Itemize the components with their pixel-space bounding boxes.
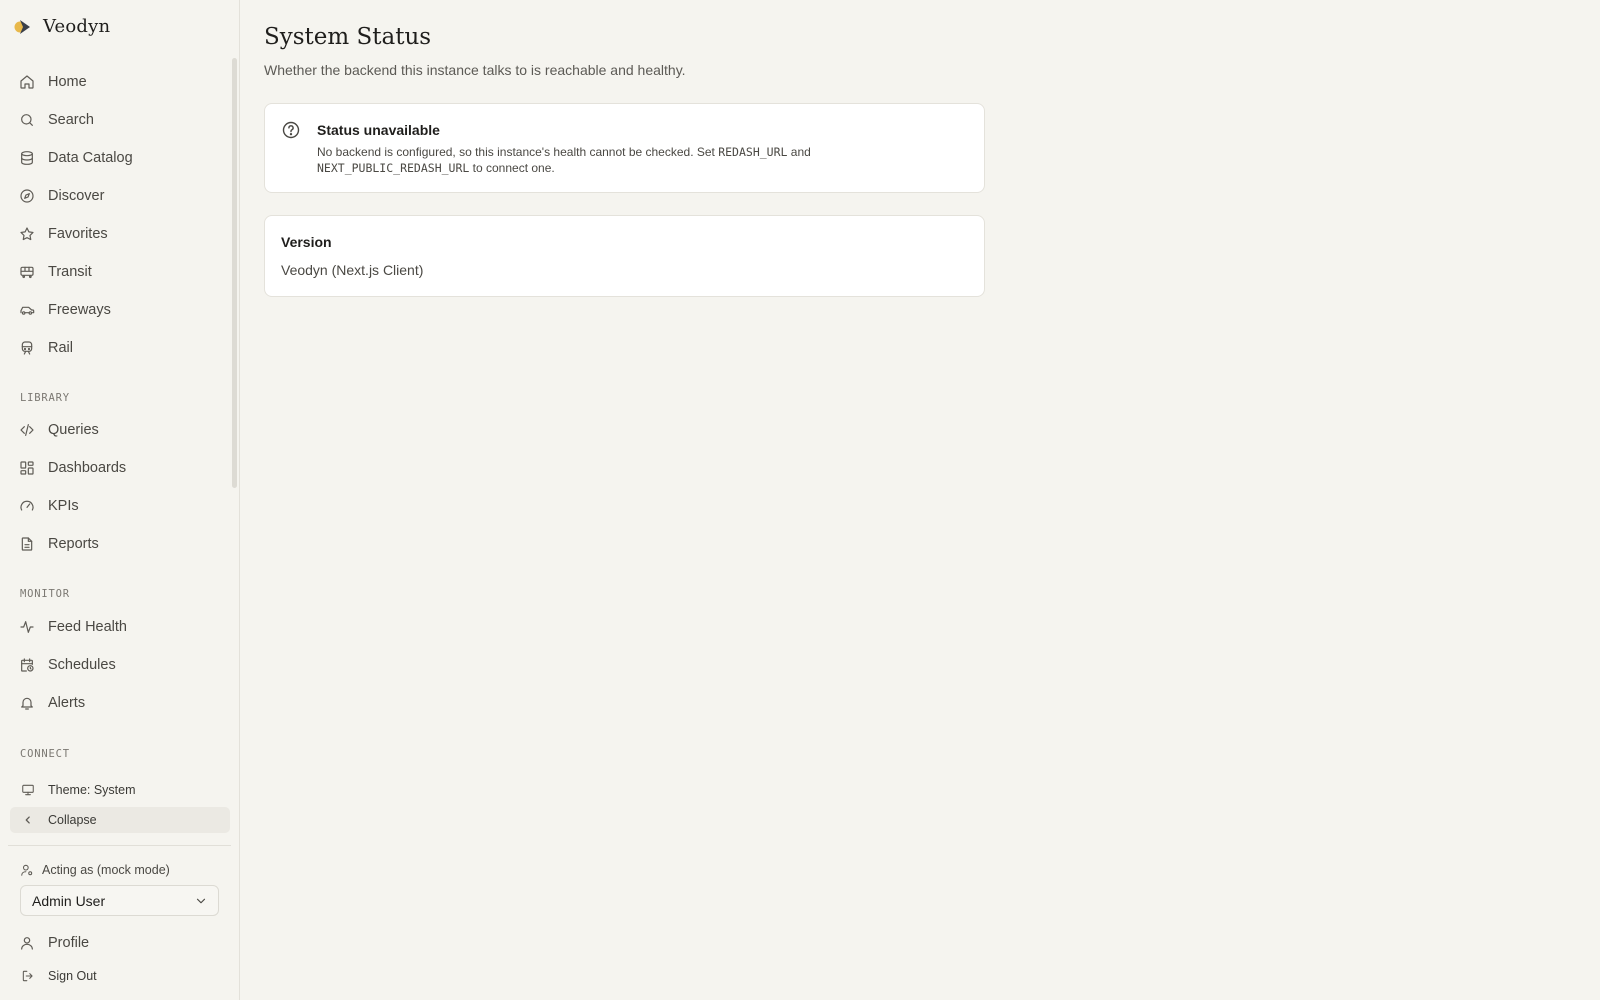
version-card: Version Veodyn (Next.js Client) xyxy=(264,215,985,297)
collapse-label: Collapse xyxy=(48,813,97,827)
sidebar-item-label: Freeways xyxy=(48,302,111,318)
connect-nav: Theme: System Collapse xyxy=(10,777,230,833)
sidebar-item-label: Discover xyxy=(48,188,105,204)
sidebar-item-schedules[interactable]: Schedules xyxy=(10,646,230,684)
chevron-down-icon xyxy=(194,894,208,908)
sidebar-item-favorites[interactable]: Favorites xyxy=(10,215,230,253)
activity-icon xyxy=(19,619,35,635)
sidebar-item-transit[interactable]: Transit xyxy=(10,253,230,291)
sidebar-item-alerts[interactable]: Alerts xyxy=(10,684,230,722)
sidebar-item-discover[interactable]: Discover xyxy=(10,177,230,215)
veodyn-logo-icon xyxy=(14,17,34,37)
bus-icon xyxy=(19,264,35,280)
sidebar-item-dashboards[interactable]: Dashboards xyxy=(10,449,230,487)
sign-out-label: Sign Out xyxy=(48,969,97,983)
sidebar-item-search[interactable]: Search xyxy=(10,101,230,139)
section-label-connect: CONNECT xyxy=(20,748,70,760)
sidebar-item-label: Transit xyxy=(48,264,92,280)
monitor-icon xyxy=(21,783,35,797)
account-nav: Profile Sign Out xyxy=(10,925,230,991)
section-label-library: LIBRARY xyxy=(20,392,70,404)
theme-toggle[interactable]: Theme: System xyxy=(10,777,230,803)
log-out-icon xyxy=(21,969,35,983)
acting-user-select[interactable]: Admin User xyxy=(20,885,219,916)
sidebar-item-profile[interactable]: Profile xyxy=(10,925,230,961)
search-icon xyxy=(19,112,35,128)
status-title: Status unavailable xyxy=(317,122,440,138)
status-desc-part3: to connect one. xyxy=(469,161,555,175)
section-label-monitor: MONITOR xyxy=(20,588,70,600)
sidebar: Veodyn Home Search Data Catalog Discover… xyxy=(0,0,240,1000)
version-title: Version xyxy=(281,234,332,250)
sign-out-button[interactable]: Sign Out xyxy=(10,961,230,991)
app-root: Veodyn Home Search Data Catalog Discover… xyxy=(0,0,1600,1000)
brand-name: Veodyn xyxy=(43,16,111,37)
brand[interactable]: Veodyn xyxy=(14,16,110,37)
sidebar-item-label: Feed Health xyxy=(48,619,127,635)
acting-as-text: Acting as (mock mode) xyxy=(42,863,170,877)
sidebar-item-label: Reports xyxy=(48,536,99,552)
sidebar-item-label: KPIs xyxy=(48,498,79,514)
sidebar-item-label: Alerts xyxy=(48,695,86,711)
library-nav: Queries Dashboards KPIs Reports xyxy=(10,411,230,563)
sidebar-scrollbar[interactable] xyxy=(232,58,237,488)
sidebar-divider xyxy=(8,845,231,846)
sidebar-item-label: Queries xyxy=(48,422,99,438)
status-desc-part1: No backend is configured, so this instan… xyxy=(317,145,719,159)
sidebar-item-label: Rail xyxy=(48,340,73,356)
user-cog-icon xyxy=(20,863,34,877)
theme-label: Theme: System xyxy=(48,783,136,797)
main-content: System Status Whether the backend this i… xyxy=(240,0,1600,1000)
sidebar-item-label: Search xyxy=(48,112,94,128)
gauge-icon xyxy=(19,498,35,514)
sidebar-item-feed-health[interactable]: Feed Health xyxy=(10,608,230,646)
sidebar-item-label: Profile xyxy=(48,935,90,951)
sidebar-item-label: Data Catalog xyxy=(48,150,133,166)
status-desc-part2: and xyxy=(787,145,811,159)
acting-user-value: Admin User xyxy=(32,892,106,909)
sidebar-item-label: Home xyxy=(48,74,87,90)
sidebar-item-label: Favorites xyxy=(48,226,108,242)
status-card: Status unavailable No backend is configu… xyxy=(264,103,985,193)
primary-nav: Home Search Data Catalog Discover Favori… xyxy=(10,63,230,367)
car-icon xyxy=(19,302,35,318)
sidebar-item-freeways[interactable]: Freeways xyxy=(10,291,230,329)
monitor-nav: Feed Health Schedules Alerts xyxy=(10,608,230,722)
sidebar-item-home[interactable]: Home xyxy=(10,63,230,101)
calendar-clock-icon xyxy=(19,657,35,673)
database-icon xyxy=(19,150,35,166)
star-icon xyxy=(19,226,35,242)
user-icon xyxy=(19,935,35,951)
code-icon xyxy=(19,422,35,438)
sidebar-item-label: Schedules xyxy=(48,657,116,673)
sidebar-item-kpis[interactable]: KPIs xyxy=(10,487,230,525)
env-var-redash-url: REDASH_URL xyxy=(718,145,788,159)
page-title: System Status xyxy=(264,24,432,50)
sidebar-item-rail[interactable]: Rail xyxy=(10,329,230,367)
compass-icon xyxy=(19,188,35,204)
home-icon xyxy=(19,74,35,90)
bell-icon xyxy=(19,695,35,711)
chevron-left-icon xyxy=(21,813,35,827)
page-subtitle: Whether the backend this instance talks … xyxy=(264,62,686,78)
acting-as-label: Acting as (mock mode) xyxy=(20,863,170,877)
sidebar-item-label: Dashboards xyxy=(48,460,127,476)
train-icon xyxy=(19,340,35,356)
version-value: Veodyn (Next.js Client) xyxy=(281,262,424,278)
sidebar-item-reports[interactable]: Reports xyxy=(10,525,230,563)
env-var-next-public-redash-url: NEXT_PUBLIC_REDASH_URL xyxy=(317,161,470,175)
file-text-icon xyxy=(19,536,35,552)
status-description: No backend is configured, so this instan… xyxy=(317,144,957,176)
help-circle-icon xyxy=(281,120,301,140)
sidebar-item-data-catalog[interactable]: Data Catalog xyxy=(10,139,230,177)
dashboard-icon xyxy=(19,460,35,476)
sidebar-item-queries[interactable]: Queries xyxy=(10,411,230,449)
collapse-button[interactable]: Collapse xyxy=(10,807,230,833)
